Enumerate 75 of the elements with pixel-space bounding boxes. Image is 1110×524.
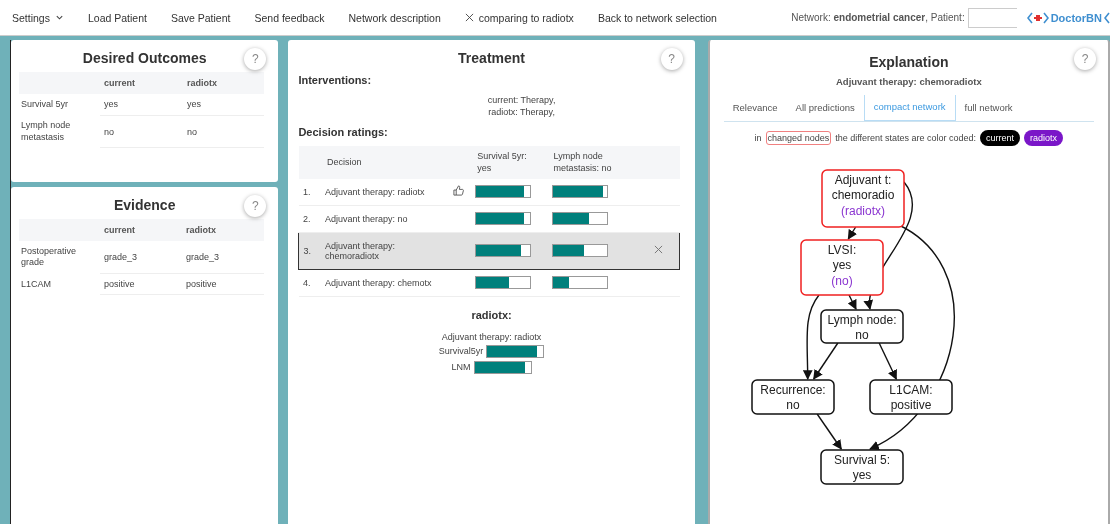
- decision-name[interactable]: Adjuvant therapy: no: [320, 205, 450, 233]
- tab[interactable]: Relevance: [723, 95, 787, 121]
- panel-title: Desired Outcomes: [82, 50, 207, 66]
- logo-icon: [1026, 11, 1049, 24]
- rank-number: 3.: [298, 232, 321, 270]
- decision-name[interactable]: Adjuvant therapy: chemotx: [320, 269, 450, 297]
- section-heading: Interventions:: [298, 74, 373, 86]
- edge-arrow: [847, 294, 857, 310]
- table-cell: yes: [183, 94, 264, 116]
- rank-number: 4.: [298, 269, 321, 297]
- table-cell: no: [100, 115, 184, 148]
- legend-text: the different states are color coded:: [835, 133, 977, 143]
- decision-name: Adjuvant therapy: radiotx: [441, 331, 542, 342]
- row-label: Postoperative grade: [19, 241, 100, 274]
- network-node[interactable]: Survival 5: yes: [819, 449, 904, 485]
- column-header: current: [100, 72, 184, 94]
- edge-arrow: [847, 226, 857, 240]
- section-heading: Decision ratings:: [298, 126, 389, 139]
- help-button[interactable]: ?: [660, 48, 683, 70]
- row-label: Survival 5yr: [19, 94, 100, 116]
- menu-item[interactable]: Network description: [336, 0, 453, 35]
- edge-arrow: [816, 413, 842, 450]
- state-badge: current: [980, 130, 1021, 146]
- column-header: radiotx: [182, 219, 264, 241]
- menu-item[interactable]: Send feedback: [242, 0, 337, 35]
- decision-name[interactable]: Adjuvant therapy: radiotx: [320, 178, 450, 206]
- network-node[interactable]: Recurrence: no: [750, 379, 835, 415]
- comparison-button[interactable]: comparing to radiotx: [452, 0, 586, 35]
- menu-item[interactable]: Back to network selection: [585, 0, 729, 35]
- network-node[interactable]: Lymph node: no: [819, 309, 904, 344]
- panel-title: Evidence: [113, 197, 176, 213]
- column-header: Lymph node metastasis: no: [547, 146, 650, 179]
- table-cell: yes: [100, 94, 184, 116]
- table-cell: positive: [182, 273, 264, 295]
- row-label: Lymph node metastasis: [19, 115, 100, 148]
- rank-number: 1.: [298, 178, 321, 206]
- tab[interactable]: All predictions: [786, 95, 864, 121]
- changed-nodes-label: changed nodes: [765, 131, 832, 145]
- section-heading: radiotx:: [471, 308, 512, 321]
- table-cell: no: [183, 115, 264, 148]
- table-cell: grade_3: [100, 241, 182, 274]
- state-badge: radiotx: [1024, 130, 1064, 146]
- bar-label: LNM: [451, 362, 471, 373]
- settings-menu[interactable]: Settings: [0, 0, 76, 35]
- patient-field[interactable]: [967, 7, 1017, 28]
- legend-text: in: [754, 133, 762, 143]
- table-cell: grade_3: [182, 241, 264, 274]
- intervention-text: radiotx: Therapy,: [487, 106, 556, 119]
- chevron-down-icon: [54, 13, 64, 22]
- bar-label: Survival5yr: [438, 346, 484, 357]
- close-icon[interactable]: [653, 245, 663, 255]
- network-info: Network: endometrial cancer, Patient:: [791, 12, 965, 23]
- decision-name[interactable]: Adjuvant therapy: chemoradiotx: [320, 232, 450, 270]
- menu-item[interactable]: Save Patient: [158, 0, 243, 35]
- tab[interactable]: full network: [955, 95, 1022, 121]
- column-header: radiotx: [183, 72, 264, 94]
- close-icon[interactable]: [464, 13, 474, 22]
- panel-title: Treatment: [458, 50, 525, 66]
- help-button[interactable]: ?: [1074, 48, 1096, 70]
- table-cell: positive: [100, 273, 182, 295]
- help-button[interactable]: ?: [244, 195, 267, 217]
- logo-text: DoctorBN: [1050, 11, 1102, 24]
- column-header: Decision: [320, 146, 450, 179]
- network-node[interactable]: Adjuvant t: chemoradio (radiotx): [820, 169, 905, 228]
- menu-item[interactable]: Load Patient: [75, 0, 159, 35]
- column-header: Survival 5yr: yes: [471, 146, 548, 179]
- intervention-text: current: Therapy,: [486, 94, 557, 107]
- rank-number: 2.: [298, 205, 321, 233]
- panel-subtitle: Adjuvant therapy: chemoradiotx: [835, 76, 983, 87]
- column-header: current: [100, 219, 182, 241]
- network-node[interactable]: L1CAM: positive: [868, 379, 953, 415]
- help-button[interactable]: ?: [244, 48, 267, 70]
- row-label: L1CAM: [19, 273, 100, 295]
- panel-title: Explanation: [869, 54, 949, 70]
- network-node[interactable]: LVSI: yes (no): [799, 239, 884, 296]
